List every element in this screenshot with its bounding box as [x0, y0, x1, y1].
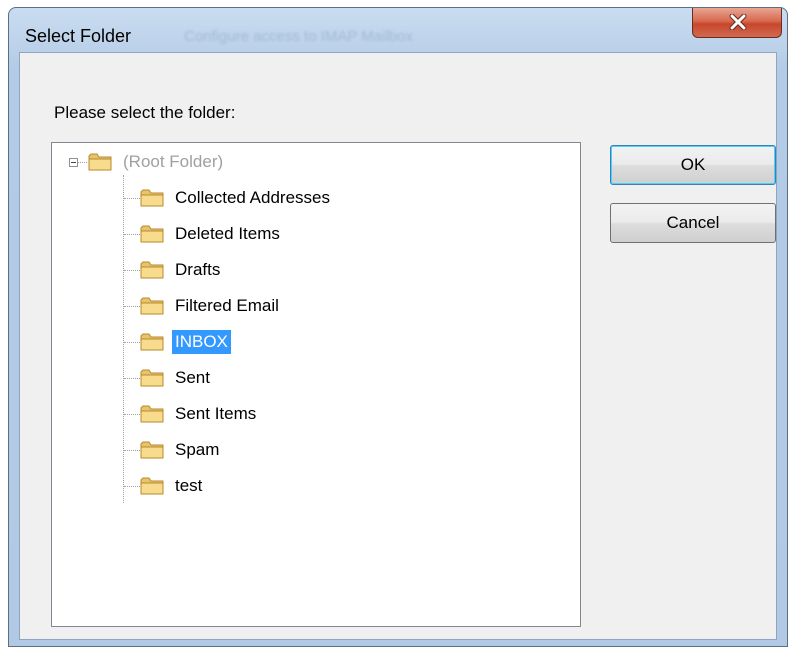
cancel-button[interactable]: Cancel	[610, 203, 776, 243]
folder-icon	[140, 441, 164, 459]
tree-item-folder[interactable]: Deleted Items	[140, 221, 283, 247]
select-folder-dialog: Select Folder Configure access to IMAP M…	[8, 7, 788, 647]
tree-item-folder[interactable]: Drafts	[140, 257, 223, 283]
tree-item-label: Filtered Email	[175, 296, 279, 315]
tree-connector-line	[78, 162, 87, 163]
tree-item-label: test	[175, 476, 203, 495]
tree-connector-line	[124, 378, 140, 379]
folder-icon	[140, 189, 164, 207]
tree-item-folder[interactable]: Collected Addresses	[140, 185, 333, 211]
tree-connector-line	[124, 450, 140, 451]
background-window-title: Configure access to IMAP Mailbox	[184, 28, 413, 45]
folder-icon	[140, 225, 164, 243]
tree-item-label: INBOX	[172, 330, 231, 354]
tree-connector-line	[124, 414, 140, 415]
tree-connector-line	[124, 270, 140, 271]
tree-item-folder[interactable]: Spam	[140, 437, 222, 463]
tree-item-folder[interactable]: Sent	[140, 365, 213, 391]
folder-icon	[88, 153, 112, 171]
folder-tree[interactable]: (Root Folder) Collected Addresses Deleted…	[51, 142, 581, 627]
tree-item-label: Sent	[175, 368, 210, 387]
prompt-label: Please select the folder:	[54, 103, 236, 122]
folder-icon	[140, 405, 164, 423]
folder-icon	[140, 333, 164, 351]
tree-connector-line	[124, 486, 140, 487]
tree-connector-line	[124, 342, 140, 343]
close-icon	[729, 14, 747, 30]
tree-connector-line	[124, 306, 140, 307]
collapse-icon[interactable]	[69, 158, 78, 167]
tree-item-folder[interactable]: test	[140, 473, 205, 499]
tree-item-folder[interactable]: Sent Items	[140, 401, 259, 427]
tree-item-label: Collected Addresses	[175, 188, 330, 207]
tree-connector-line	[123, 175, 124, 503]
dialog-client-area: Please select the folder: (Root Folder) …	[19, 52, 777, 640]
folder-icon	[140, 297, 164, 315]
tree-item-label: Drafts	[175, 260, 221, 279]
window-title: Select Folder	[25, 26, 132, 46]
tree-root-folder[interactable]: (Root Folder)	[88, 149, 226, 175]
tree-connector-line	[124, 234, 140, 235]
tree-item-label: Spam	[175, 440, 220, 459]
close-button[interactable]	[692, 8, 782, 38]
folder-icon	[140, 477, 164, 495]
ok-button[interactable]: OK	[610, 145, 776, 185]
tree-item-label: Sent Items	[175, 404, 257, 423]
tree-item-label: (Root Folder)	[123, 152, 224, 171]
tree-item-folder[interactable]: Filtered Email	[140, 293, 282, 319]
tree-item-folder[interactable]: INBOX	[140, 329, 231, 355]
folder-icon	[140, 369, 164, 387]
folder-icon	[140, 261, 164, 279]
tree-connector-line	[124, 198, 140, 199]
tree-item-label: Deleted Items	[175, 224, 280, 243]
